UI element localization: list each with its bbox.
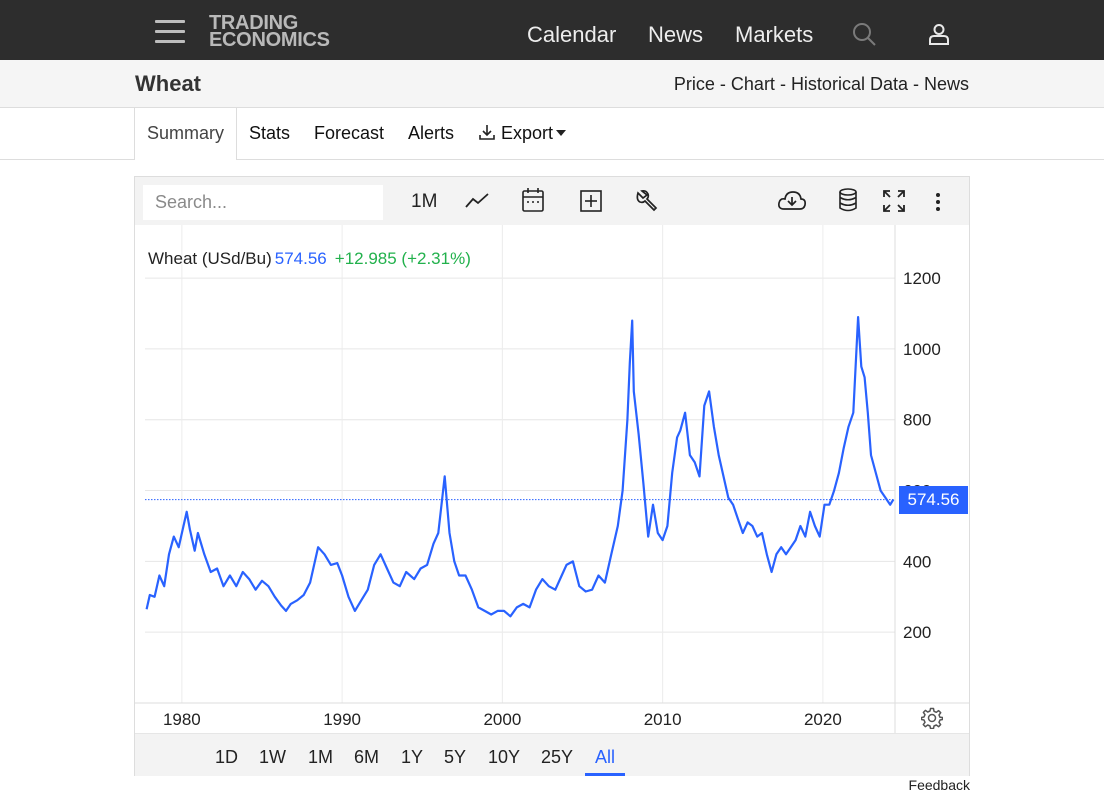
hamburger-menu-icon[interactable] bbox=[155, 20, 185, 43]
tab-export[interactable]: Export bbox=[478, 108, 567, 159]
chart-toolbar: 1M bbox=[135, 177, 969, 225]
range-10y[interactable]: 10Y bbox=[488, 747, 520, 768]
compare-add-icon[interactable] bbox=[579, 189, 603, 213]
nav-news[interactable]: News bbox=[648, 22, 703, 48]
x-tick-label: 1990 bbox=[323, 710, 361, 729]
y-tick-label: 200 bbox=[903, 623, 931, 642]
legend-series-name: Wheat (USd/Bu) bbox=[148, 249, 272, 268]
calendar-icon[interactable] bbox=[521, 187, 545, 213]
trading-economics-logo[interactable]: TRADING ECONOMICS bbox=[209, 13, 330, 51]
feedback-link[interactable]: Feedback bbox=[909, 777, 970, 793]
link-news[interactable]: News bbox=[924, 74, 969, 94]
link-separator: - bbox=[719, 74, 726, 94]
link-chart[interactable]: Chart bbox=[731, 74, 775, 94]
chart-settings-gear-icon[interactable] bbox=[921, 707, 943, 729]
x-tick-label: 1980 bbox=[163, 710, 201, 729]
active-range-indicator bbox=[585, 773, 625, 776]
chart-search-input[interactable] bbox=[143, 185, 383, 220]
y-tick-label: 800 bbox=[903, 411, 931, 430]
more-vertical-icon[interactable] bbox=[932, 191, 944, 213]
search-icon[interactable] bbox=[852, 22, 878, 48]
fullscreen-icon[interactable] bbox=[882, 189, 906, 213]
nav-markets[interactable]: Markets bbox=[735, 22, 813, 48]
y-tick-label: 1200 bbox=[903, 269, 941, 288]
range-all[interactable]: All bbox=[595, 747, 615, 768]
range-5y[interactable]: 5Y bbox=[444, 747, 466, 768]
chart-legend: Wheat (USd/Bu) 574.56 +12.985 (+2.31%) bbox=[148, 249, 471, 269]
tab-summary[interactable]: Summary bbox=[134, 108, 238, 160]
link-separator: - bbox=[912, 74, 919, 94]
y-tick-label: 1000 bbox=[903, 340, 941, 359]
top-navigation-bar: TRADING ECONOMICS Calendar News Markets bbox=[0, 0, 1104, 60]
cloud-download-icon[interactable] bbox=[777, 189, 807, 213]
last-price-tag: 574.56 bbox=[899, 485, 968, 514]
x-tick-label: 2000 bbox=[483, 710, 521, 729]
page-header: Wheat Price - Chart - Historical Data - News bbox=[0, 60, 1104, 108]
x-tick-label: 2010 bbox=[644, 710, 682, 729]
nav-calendar[interactable]: Calendar bbox=[527, 22, 616, 48]
range-selector: 1D 1W 1M 6M 1Y 5Y 10Y 25Y All bbox=[135, 733, 969, 776]
price-chart[interactable]: 2004006008001000120019801990200020102020… bbox=[135, 225, 969, 733]
legend-change: +12.985 (+2.31%) bbox=[334, 249, 471, 268]
line-chart-type-icon[interactable] bbox=[464, 190, 490, 210]
download-icon bbox=[479, 125, 495, 140]
price-series-line bbox=[145, 315, 895, 618]
wrench-icon[interactable] bbox=[635, 189, 659, 213]
range-1y[interactable]: 1Y bbox=[401, 747, 423, 768]
user-icon[interactable] bbox=[928, 23, 950, 45]
tab-stats[interactable]: Stats bbox=[249, 108, 290, 159]
link-separator: - bbox=[779, 74, 786, 94]
page-links: Price - Chart - Historical Data - News bbox=[674, 74, 969, 95]
interval-button[interactable]: 1M bbox=[411, 191, 437, 213]
chart-panel: 1M bbox=[134, 176, 970, 776]
y-tick-label: 400 bbox=[903, 552, 931, 571]
range-1d[interactable]: 1D bbox=[215, 747, 238, 768]
link-historical-data[interactable]: Historical Data bbox=[791, 74, 908, 94]
link-price[interactable]: Price bbox=[674, 74, 715, 94]
range-25y[interactable]: 25Y bbox=[541, 747, 573, 768]
range-1m[interactable]: 1M bbox=[308, 747, 333, 768]
caret-down-icon bbox=[556, 129, 567, 136]
tab-export-label: Export bbox=[501, 123, 554, 143]
logo-line-2: ECONOMICS bbox=[209, 29, 330, 51]
page-title: Wheat bbox=[135, 71, 201, 96]
tab-bar: Summary Stats Forecast Alerts Export bbox=[0, 108, 1104, 160]
legend-price: 574.56 bbox=[274, 249, 327, 268]
range-1w[interactable]: 1W bbox=[259, 747, 286, 768]
x-tick-label: 2020 bbox=[804, 710, 842, 729]
price-chart-svg: 2004006008001000120019801990200020102020 bbox=[135, 225, 969, 733]
database-icon[interactable] bbox=[837, 187, 859, 213]
range-6m[interactable]: 6M bbox=[354, 747, 379, 768]
tab-alerts[interactable]: Alerts bbox=[408, 108, 454, 159]
tab-forecast[interactable]: Forecast bbox=[314, 108, 384, 159]
